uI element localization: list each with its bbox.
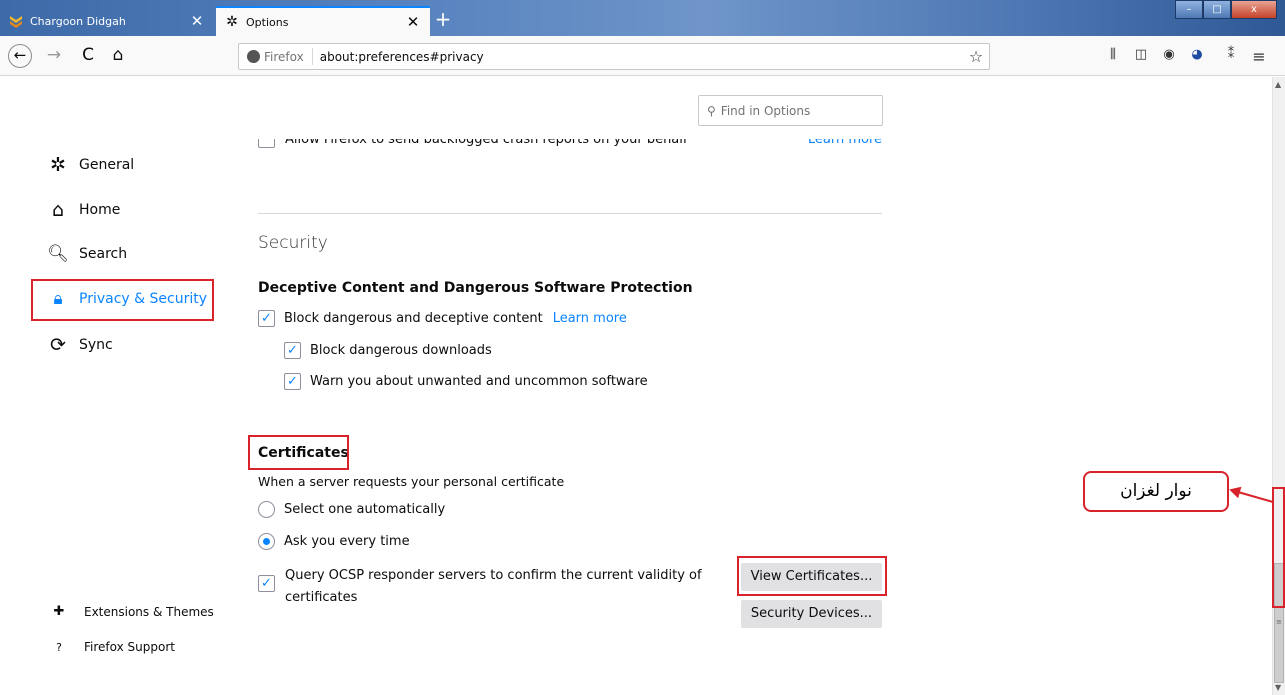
block-deceptive-label[interactable]: Block dangerous and deceptive content <box>284 311 543 326</box>
select-automatically-label[interactable]: Select one automatically <box>284 502 445 517</box>
sidebar-item-label: General <box>79 157 135 173</box>
search-icon: ⚲ <box>707 103 716 118</box>
back-button[interactable]: ← <box>8 44 32 68</box>
tab-label: Options <box>246 15 289 29</box>
home-button[interactable]: ⌂ <box>106 44 130 68</box>
sidebar-item-label: Extensions & Themes <box>84 604 214 619</box>
sidebar-item-label: Sync <box>79 337 113 353</box>
sync-icon: ⟳ <box>50 334 66 356</box>
ocsp-label[interactable]: Query OCSP responder servers to confirm … <box>285 565 705 609</box>
block-deceptive-checkbox[interactable]: ✓ <box>258 310 275 327</box>
chargoon-logo-icon <box>8 13 24 29</box>
tab-label: Chargoon Didgah <box>30 14 126 28</box>
sidebar-item-label: Home <box>79 202 121 218</box>
scrollbar-highlight-box <box>1272 487 1285 608</box>
scrollbar-callout: نوار لغزان <box>1083 471 1229 512</box>
minimize-button[interactable]: – <box>1175 0 1203 19</box>
home-icon: ⌂ <box>51 199 65 221</box>
block-deceptive-row: ✓ Block dangerous and deceptive content … <box>258 310 627 327</box>
ask-every-time-radio[interactable] <box>258 533 275 550</box>
block-downloads-checkbox[interactable]: ✓ <box>284 342 301 359</box>
select-auto-row: Select one automatically <box>258 501 445 518</box>
deceptive-content-heading: Deceptive Content and Dangerous Software… <box>258 280 693 296</box>
gear-icon: ✲ <box>50 154 66 176</box>
new-tab-button[interactable]: + <box>432 8 454 32</box>
search-icon: 🔍︎ <box>47 244 69 264</box>
navigation-toolbar: ← → C ⌂ Firefox about:preferences#privac… <box>0 36 1285 76</box>
security-devices-button[interactable]: Security Devices... <box>741 600 882 628</box>
crash-reports-checkbox[interactable] <box>258 139 275 148</box>
ask-every-time-row: Ask you every time <box>258 533 410 550</box>
sidebar-icon[interactable]: ◫ <box>1131 47 1151 65</box>
bookmark-star-icon[interactable]: ☆ <box>963 47 989 66</box>
warn-unwanted-row: ✓ Warn you about unwanted and uncommon s… <box>284 373 648 390</box>
help-icon: ? <box>56 640 62 654</box>
scroll-up-arrow-icon[interactable]: ▲ <box>1275 80 1281 89</box>
tab-options[interactable]: ✲ Options ✕ <box>216 6 430 36</box>
window-controls: – □ x <box>1175 0 1277 19</box>
sidebar-extensions-themes[interactable]: ✚ Extensions & Themes <box>50 604 214 619</box>
forward-button[interactable]: → <box>42 44 66 68</box>
block-downloads-row: ✓ Block dangerous downloads <box>284 342 492 359</box>
ocsp-checkbox[interactable]: ✓ <box>258 575 275 592</box>
library-icon[interactable]: ⫼ <box>1103 47 1123 65</box>
crash-reports-row: Allow Firefox to send backlogged crash r… <box>258 139 882 157</box>
view-certificates-highlight-box <box>737 556 887 596</box>
security-section-title: Security <box>258 233 328 253</box>
identity-box[interactable]: Firefox <box>239 48 313 65</box>
crash-reports-label: Allow Firefox to send backlogged crash r… <box>285 139 688 147</box>
sidebar-item-general[interactable]: ✲ General <box>46 154 134 176</box>
gear-icon: ✲ <box>226 14 238 30</box>
close-tab-icon[interactable]: ✕ <box>188 12 206 30</box>
warn-unwanted-checkbox[interactable]: ✓ <box>284 373 301 390</box>
certificates-highlight-box <box>248 435 349 470</box>
identity-label: Firefox <box>264 49 304 64</box>
privacy-highlight-box <box>31 279 214 321</box>
certificate-question: When a server requests your personal cer… <box>258 474 565 489</box>
find-in-options-input[interactable]: ⚲ Find in Options <box>698 95 883 126</box>
account-icon[interactable]: ◉ <box>1159 47 1179 65</box>
crash-learn-more-link[interactable]: Learn more <box>808 139 882 147</box>
ask-every-time-label[interactable]: Ask you every time <box>284 534 410 549</box>
section-divider <box>258 213 882 214</box>
search-placeholder: Find in Options <box>720 103 811 118</box>
url-bar[interactable]: Firefox about:preferences#privacy ☆ <box>238 43 990 70</box>
reload-button[interactable]: C <box>76 44 100 68</box>
block-downloads-label[interactable]: Block dangerous downloads <box>310 343 492 358</box>
sidebar-firefox-support[interactable]: ? Firefox Support <box>50 640 175 654</box>
select-automatically-radio[interactable] <box>258 501 275 518</box>
close-window-button[interactable]: x <box>1231 0 1277 19</box>
addon-icon[interactable]: ⁑ <box>1221 47 1241 65</box>
url-text[interactable]: about:preferences#privacy <box>313 50 963 64</box>
sidebar-item-home[interactable]: ⌂ Home <box>46 199 120 221</box>
scroll-down-arrow-icon[interactable]: ▼ <box>1275 683 1281 692</box>
firefox-icon <box>247 50 260 63</box>
tab-bar: Chargoon Didgah ✕ ✲ Options ✕ + – □ x <box>0 0 1285 36</box>
sidebar-item-search[interactable]: 🔍︎ Search <box>46 244 127 264</box>
sidebar-item-label: Search <box>79 246 128 262</box>
extension-icon[interactable]: ◕ <box>1187 47 1207 65</box>
close-tab-icon[interactable]: ✕ <box>404 13 422 31</box>
sidebar-item-sync[interactable]: ⟳ Sync <box>46 334 113 356</box>
preferences-page: ⚲ Find in Options ✲ General ⌂ Home 🔍︎ Se… <box>0 77 1272 695</box>
grip-icon: ≡ <box>1276 618 1282 626</box>
learn-more-link[interactable]: Learn more <box>553 311 627 326</box>
sidebar-item-label: Firefox Support <box>84 640 175 654</box>
tab-chargoon[interactable]: Chargoon Didgah ✕ <box>0 6 214 36</box>
maximize-button[interactable]: □ <box>1203 0 1231 19</box>
puzzle-icon: ✚ <box>53 604 65 619</box>
warn-unwanted-label[interactable]: Warn you about unwanted and uncommon sof… <box>310 374 648 389</box>
menu-icon[interactable]: ≡ <box>1249 47 1269 66</box>
